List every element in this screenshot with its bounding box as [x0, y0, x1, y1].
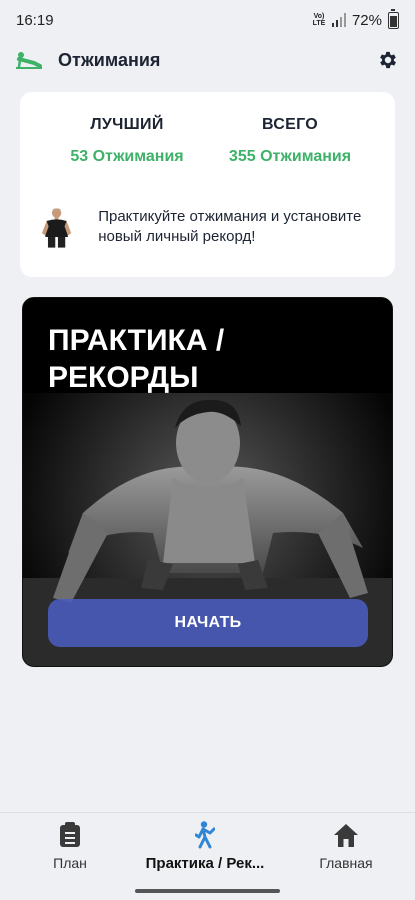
gesture-home-indicator[interactable]	[135, 889, 280, 893]
best-label: ЛУЧШИЙ	[90, 116, 164, 133]
exercise-person-icon	[195, 821, 215, 849]
total-value: 355 Отжимания	[228, 148, 352, 165]
coach-avatar	[41, 208, 72, 248]
battery-icon	[388, 8, 399, 29]
stats-card: ЛУЧШИЙ 53 Отжимания ВСЕГО 355 Отжимания …	[20, 92, 395, 277]
nav-label-plan: План	[53, 855, 87, 871]
hero-title-line1: ПРАКТИКА /	[48, 324, 225, 357]
home-icon	[334, 824, 358, 847]
nav-label-practice: Практика / Рек...	[145, 855, 265, 872]
signal-icon	[331, 13, 346, 27]
status-time: 16:19	[16, 11, 54, 29]
best-stat: ЛУЧШИЙ 53 Отжимания	[47, 116, 207, 166]
bottom-nav: План Практика / Рек... Главная	[0, 812, 415, 900]
nav-item-practice[interactable]: Практика / Рек...	[135, 821, 275, 872]
start-button[interactable]: НАЧАТЬ	[48, 599, 368, 647]
best-value: 53 Отжимания	[70, 148, 184, 165]
nav-item-plan[interactable]: План	[0, 821, 140, 871]
status-bar: 16:19 Vo) LTE 72%	[0, 0, 415, 40]
status-icons: Vo) LTE 72%	[312, 8, 399, 29]
pushup-logo-icon	[16, 52, 42, 69]
app-bar: Отжимания	[0, 40, 415, 80]
battery-percent: 72%	[351, 11, 382, 29]
promo-text: Практикуйте отжимания и установите новый…	[98, 208, 362, 245]
hero-title-line2: РЕКОРДЫ	[48, 361, 199, 394]
hero-title: ПРАКТИКА / РЕКОРДЫ	[48, 322, 368, 396]
nav-label-home: Главная	[319, 855, 373, 871]
volte-icon: Vo) LTE	[312, 13, 326, 27]
total-stat: ВСЕГО 355 Отжимания	[210, 116, 370, 166]
gear-icon[interactable]	[377, 49, 399, 71]
total-label: ВСЕГО	[262, 116, 318, 133]
nav-item-home[interactable]: Главная	[276, 821, 415, 871]
app-title: Отжимания	[58, 49, 161, 70]
clipboard-icon	[60, 822, 80, 847]
promo-row: Практикуйте отжимания и установите новый…	[40, 196, 380, 258]
practice-hero-card[interactable]: ПРАКТИКА / РЕКОРДЫ НАЧАТЬ	[22, 297, 393, 667]
